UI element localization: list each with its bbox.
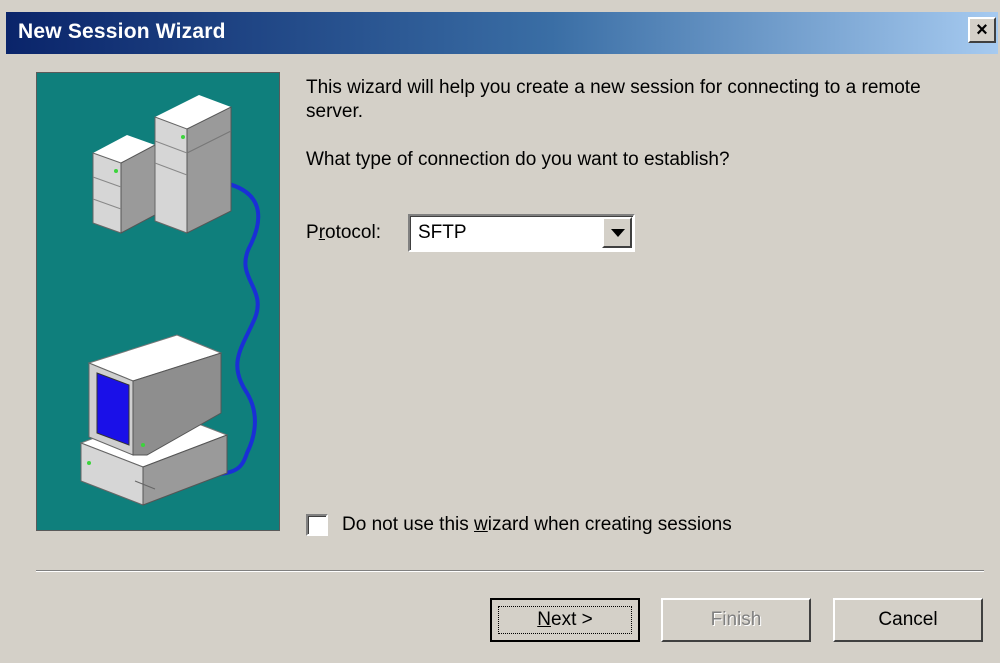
connection-question: What type of connection do you want to e…: [306, 149, 730, 170]
close-button[interactable]: ×: [968, 17, 996, 43]
protocol-label-suffix: otocol:: [325, 222, 381, 243]
checkbox-label-prefix: Do not use this: [342, 514, 475, 535]
dont-use-wizard-option[interactable]: Do not use this wizard when creating ses…: [306, 514, 732, 536]
protocol-select[interactable]: SFTP: [408, 214, 635, 252]
protocol-label-prefix: P: [306, 222, 319, 243]
window-title: New Session Wizard: [18, 20, 226, 43]
wizard-illustration: [36, 72, 280, 531]
wizard-window: New Session Wizard × This wizard will he…: [0, 0, 1000, 663]
separator: [36, 570, 984, 572]
checkbox-label-accelerator: w: [474, 514, 488, 535]
protocol-label: Protocol:: [306, 222, 381, 244]
desktop-computer-icon: [79, 334, 229, 506]
chevron-down-icon[interactable]: [602, 217, 632, 248]
finish-button-label: Finish: [710, 609, 762, 630]
cancel-button[interactable]: Cancel: [833, 598, 983, 642]
protocol-select-value: SFTP: [418, 222, 467, 243]
dont-use-wizard-label[interactable]: Do not use this wizard when creating ses…: [342, 514, 732, 536]
server-tower-icon: [92, 95, 232, 234]
dont-use-wizard-checkbox[interactable]: [306, 514, 328, 536]
close-icon: ×: [976, 19, 988, 41]
title-bar[interactable]: New Session Wizard ×: [6, 12, 998, 54]
focus-rectangle: [498, 606, 632, 634]
finish-button[interactable]: Finish: [661, 598, 811, 642]
illustration-svg: [79, 95, 261, 506]
cancel-button-label: Cancel: [878, 609, 938, 630]
intro-text: This wizard will help you create a new s…: [306, 77, 921, 122]
checkbox-label-suffix: izard when creating sessions: [487, 514, 732, 535]
next-button[interactable]: Next >: [490, 598, 640, 642]
network-cable-icon: [211, 181, 261, 477]
